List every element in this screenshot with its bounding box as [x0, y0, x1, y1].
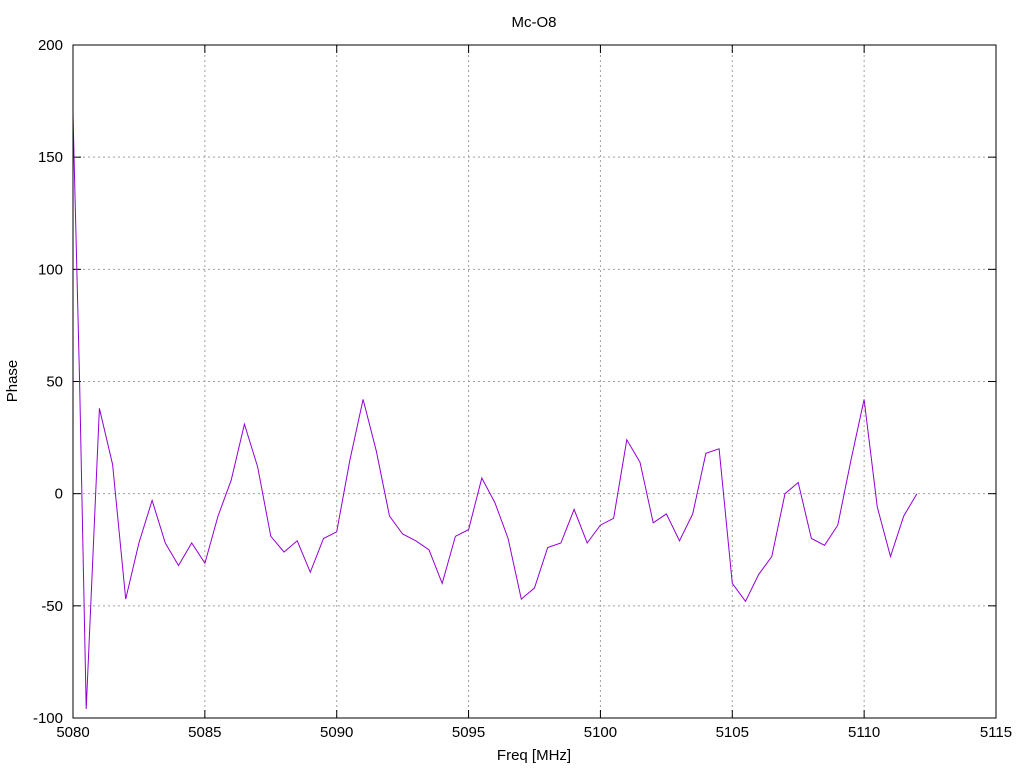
x-tick-label: 5110: [848, 724, 880, 741]
y-axis-title: Phase: [4, 360, 21, 403]
x-tick-label: 5085: [188, 724, 221, 741]
phase-chart: 5080 5085 5090 5095 5100 5105 5110 5115-100-500…: [0, 0, 1024, 768]
y-tick-label: 0: [55, 486, 63, 503]
y-tick-label: 100: [38, 261, 63, 278]
x-tick-label: 5095: [452, 724, 485, 741]
chart-background: [0, 0, 1024, 768]
y-tick-label: 50: [46, 374, 63, 391]
x-tick-label: 5090: [320, 724, 353, 741]
y-tick-label: -50: [41, 598, 63, 615]
x-tick-label: 5100: [584, 724, 617, 741]
chart-title: Mc-O8: [512, 14, 557, 31]
y-tick-label: -100: [33, 710, 63, 727]
x-tick-label: 5105: [716, 724, 749, 741]
y-tick-label: 150: [38, 149, 63, 166]
x-axis-title: Freq [MHz]: [497, 747, 571, 764]
y-tick-label: 200: [38, 37, 63, 54]
x-tick-label: 5115: [980, 724, 1012, 741]
